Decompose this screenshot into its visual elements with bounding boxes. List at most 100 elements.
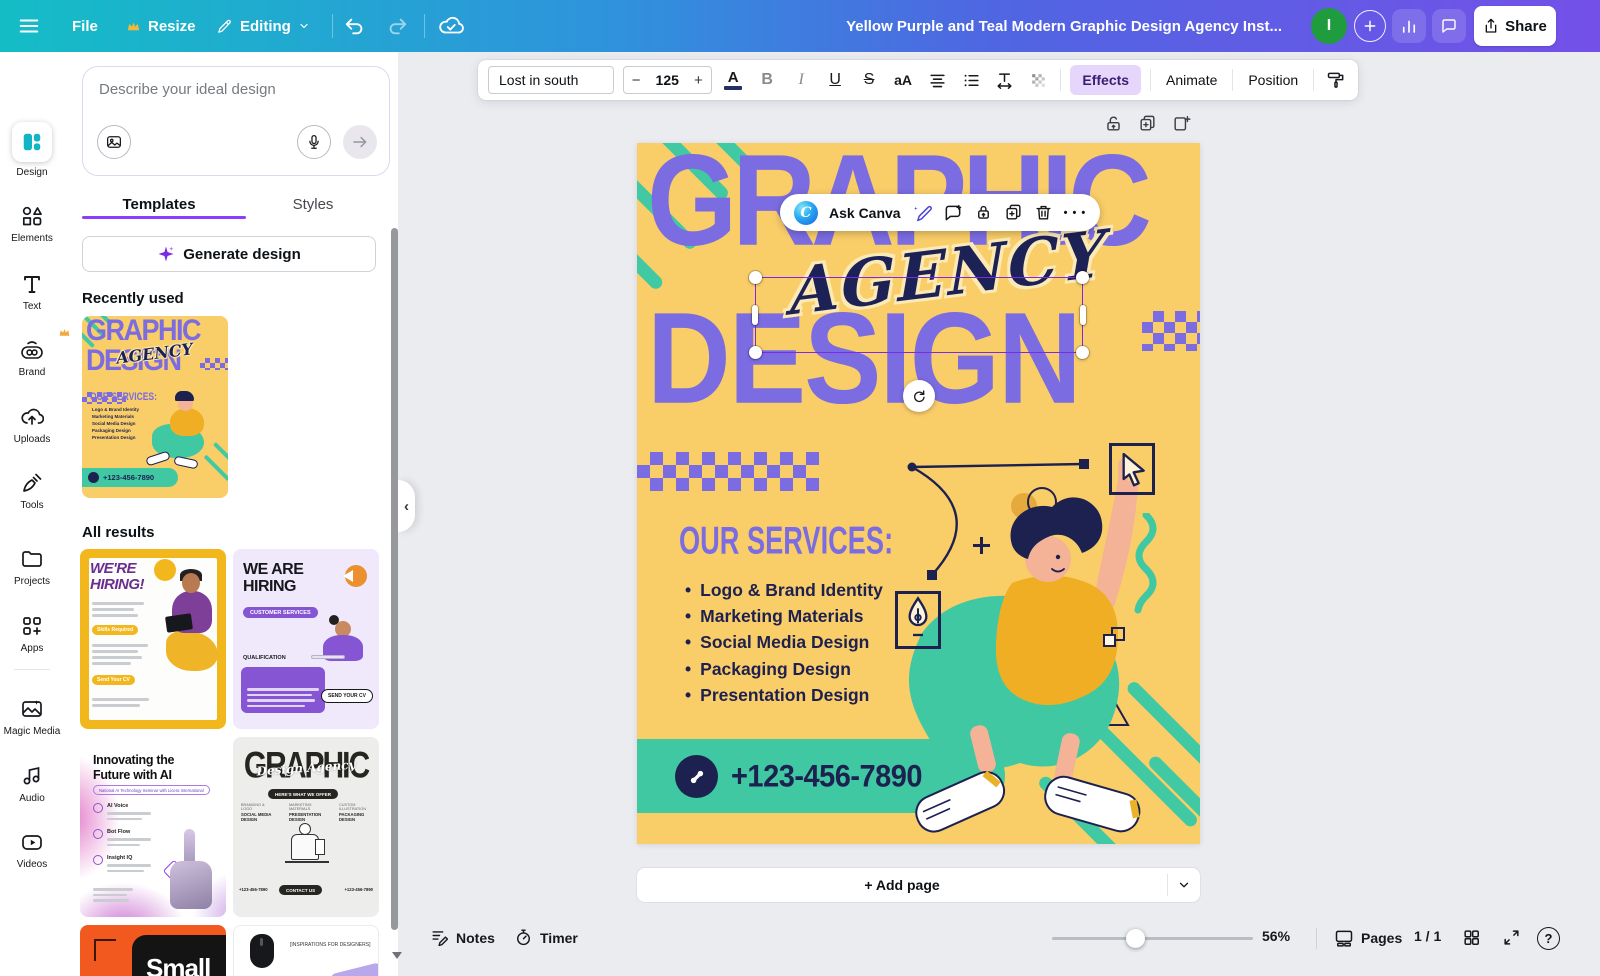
text-case-glyph: aA <box>894 72 912 88</box>
file-menu[interactable]: File <box>72 0 98 52</box>
text-case-button[interactable]: aA <box>891 66 916 94</box>
sidebar-item-elements[interactable]: Elements <box>0 204 64 244</box>
add-page-button[interactable]: + Add page <box>637 877 1167 893</box>
comment-add-button[interactable] <box>943 203 963 223</box>
design-canvas[interactable]: GRAPHIC DESIGN AGENCY C Ask Canva • • • <box>637 143 1200 844</box>
comments-button[interactable] <box>1432 9 1466 43</box>
copy-style-button[interactable] <box>1323 66 1348 94</box>
notes-button[interactable]: Notes <box>430 928 495 947</box>
undo-button[interactable] <box>344 0 366 52</box>
main-menu-button[interactable] <box>18 0 40 52</box>
magic-edit-button[interactable] <box>912 203 932 223</box>
add-page-icon <box>1172 114 1191 133</box>
selection-handle-se[interactable] <box>1076 346 1089 359</box>
bold-button[interactable]: B <box>755 66 780 94</box>
lock-element-button[interactable] <box>974 203 993 222</box>
template-thumb-were-hiring[interactable]: WE'RE HIRING! Skills Required Send Your … <box>80 549 226 729</box>
save-status-button[interactable] <box>438 0 464 52</box>
sidebar-item-projects[interactable]: Projects <box>0 547 64 587</box>
selection-handle-w[interactable] <box>752 305 758 325</box>
voice-input-button[interactable] <box>297 125 331 159</box>
submit-prompt-button[interactable] <box>343 125 377 159</box>
selection-handle-nw[interactable] <box>749 271 762 284</box>
grid-view-button[interactable] <box>1462 928 1481 947</box>
add-page-expand-button[interactable] <box>1168 878 1200 892</box>
mini-illustration <box>173 456 198 470</box>
invite-members-button[interactable] <box>1354 10 1386 42</box>
lock-page-button[interactable] <box>1104 114 1123 133</box>
cloud-check-icon <box>438 13 464 39</box>
hamburger-icon <box>18 15 40 37</box>
panel-scroll-down-arr[interactable] <box>392 952 402 964</box>
selection-box[interactable] <box>755 277 1083 353</box>
selection-handle-ne[interactable] <box>1076 271 1089 284</box>
poster-services-heading[interactable]: OUR SERVICES: <box>679 519 893 564</box>
spacing-button[interactable] <box>992 66 1017 94</box>
design-prompt-input[interactable] <box>99 81 369 98</box>
duplicate-page-button[interactable] <box>1138 114 1157 133</box>
insights-button[interactable] <box>1392 9 1426 43</box>
share-button[interactable]: Share <box>1474 6 1556 46</box>
duplicate-element-button[interactable] <box>1004 203 1023 222</box>
template-thumb-inspirations[interactable]: [INSPIRATIONS FOR DESIGNERS] <box>233 925 379 976</box>
recently-used-template-thumb[interactable]: GRAPHIC DESIGN AGENCY OUR SERVICES: Logo… <box>82 316 228 498</box>
add-page-icon-button[interactable] <box>1172 114 1191 133</box>
template-thumb-ai-seminar[interactable]: Innovating the Future with AI National A… <box>80 737 226 917</box>
sidebar-item-brand[interactable]: Brand <box>0 338 64 378</box>
tab-styles-label: Styles <box>293 196 334 213</box>
font-size-increase-button[interactable]: + <box>694 72 703 89</box>
generate-design-button[interactable]: Generate design <box>82 236 376 272</box>
avatar[interactable]: I <box>1311 8 1347 44</box>
strikethrough-button[interactable]: S <box>857 66 882 94</box>
template-thumb-we-are-hiring[interactable]: WE ARE HIRING CUSTOMER SERVICES QUALIFIC… <box>233 549 379 729</box>
position-button[interactable]: Position <box>1242 72 1304 88</box>
transparency-button[interactable] <box>1026 66 1051 94</box>
sidebar-item-uploads[interactable]: Uploads <box>0 405 64 445</box>
effects-button[interactable]: Effects <box>1070 65 1141 95</box>
redo-button[interactable] <box>386 0 408 52</box>
sidebar-item-label: Uploads <box>14 434 51 445</box>
tab-styles[interactable]: Styles <box>236 188 390 220</box>
alignment-button[interactable] <box>925 66 950 94</box>
pages-button[interactable]: Pages <box>1334 928 1402 948</box>
sidebar-item-design[interactable]: Design <box>0 122 64 178</box>
selection-handle-e[interactable] <box>1080 305 1086 325</box>
template-thumb-small[interactable]: Small <box>80 925 226 976</box>
sidebar-item-apps[interactable]: Apps <box>0 614 64 654</box>
ask-canva-button[interactable]: Ask Canva <box>829 205 901 221</box>
sidebar-item-audio[interactable]: Audio <box>0 764 64 804</box>
more-options-button[interactable]: • • • <box>1064 207 1087 219</box>
editing-mode-dropdown[interactable]: Editing <box>216 0 310 52</box>
panel-collapse-button[interactable]: ‹ <box>398 480 415 532</box>
italic-button[interactable]: I <box>789 66 814 94</box>
sidebar-item-magic-media[interactable]: Magic Media <box>0 697 64 737</box>
text-color-button[interactable]: A <box>721 66 746 94</box>
zoom-slider[interactable] <box>1052 937 1253 940</box>
animate-button[interactable]: Animate <box>1160 72 1223 88</box>
sidebar-item-text[interactable]: Text <box>0 272 64 312</box>
delete-element-button[interactable] <box>1034 203 1053 222</box>
font-family-selector[interactable]: Lost in south <box>488 66 614 94</box>
sidebar-item-videos[interactable]: Videos <box>0 830 64 870</box>
poster-services-list[interactable]: Logo & Brand Identity Marketing Material… <box>685 577 883 708</box>
zoom-slider-thumb[interactable] <box>1126 929 1145 948</box>
underline-button[interactable]: U <box>823 66 848 94</box>
zoom-level[interactable]: 56% <box>1262 928 1290 944</box>
help-button[interactable]: ? <box>1537 927 1560 950</box>
font-size-value[interactable]: 125 <box>656 72 679 88</box>
fullscreen-icon <box>1502 928 1521 947</box>
selection-handle-sw[interactable] <box>749 346 762 359</box>
fullscreen-button[interactable] <box>1502 928 1521 947</box>
timer-button[interactable]: Timer <box>514 928 578 947</box>
rotate-handle[interactable] <box>903 380 935 412</box>
resize-menu[interactable]: Resize <box>126 0 196 52</box>
document-title[interactable]: Yellow Purple and Teal Modern Graphic De… <box>846 0 1282 52</box>
panel-scrollbar[interactable] <box>391 228 398 930</box>
add-image-button[interactable] <box>97 125 131 159</box>
template-thumb-graphic-agency[interactable]: GRAPHIC Design Agency HERE'S WHAT WE OFF… <box>233 737 379 917</box>
list-button[interactable] <box>959 66 984 94</box>
projects-icon <box>20 547 44 571</box>
font-size-decrease-button[interactable]: − <box>632 72 641 89</box>
thumb-illustration <box>311 655 345 659</box>
sidebar-item-tools[interactable]: Tools <box>0 471 64 511</box>
